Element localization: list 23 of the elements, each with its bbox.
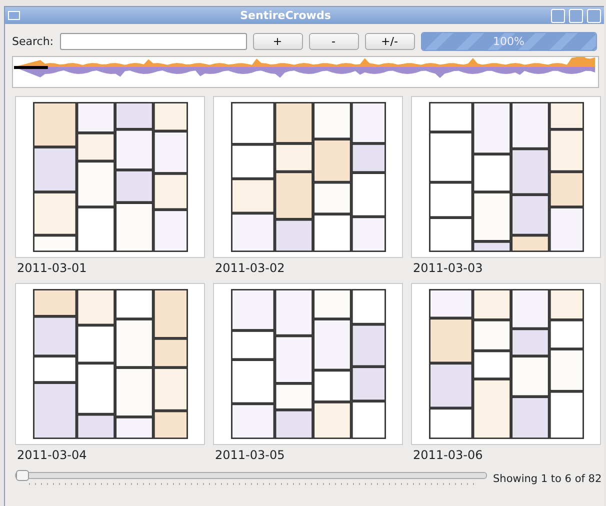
slider-handle[interactable] [16, 470, 29, 481]
thumbnail-card[interactable] [411, 96, 601, 258]
thumbnail-card[interactable] [213, 283, 403, 445]
window-title: SentireCrowds [239, 9, 332, 22]
date-label: 2011-03-03 [412, 260, 484, 277]
thumbnail-card[interactable] [213, 96, 403, 258]
filter-button[interactable]: + [252, 33, 302, 50]
date-label: 2011-03-01 [16, 260, 88, 277]
filter-button[interactable]: +/- [364, 33, 414, 50]
date-label: 2011-03-05 [214, 447, 286, 464]
thumbnail-card[interactable] [15, 96, 205, 258]
date-label: 2011-03-06 [412, 447, 484, 464]
search-field[interactable] [60, 33, 246, 50]
thumbnail-card[interactable] [15, 283, 205, 445]
page-status: Showing 1 to 6 of 82 [493, 472, 602, 484]
filter-button[interactable]: - [308, 33, 358, 50]
window-menu-icon[interactable] [8, 11, 20, 20]
thumbnail-card[interactable] [411, 283, 601, 445]
page-slider[interactable] [15, 472, 487, 479]
date-label: 2011-03-02 [214, 260, 286, 277]
date-label: 2011-03-04 [16, 447, 88, 464]
progress-reading: 100% [492, 34, 526, 50]
search-label: Search: [12, 35, 54, 48]
